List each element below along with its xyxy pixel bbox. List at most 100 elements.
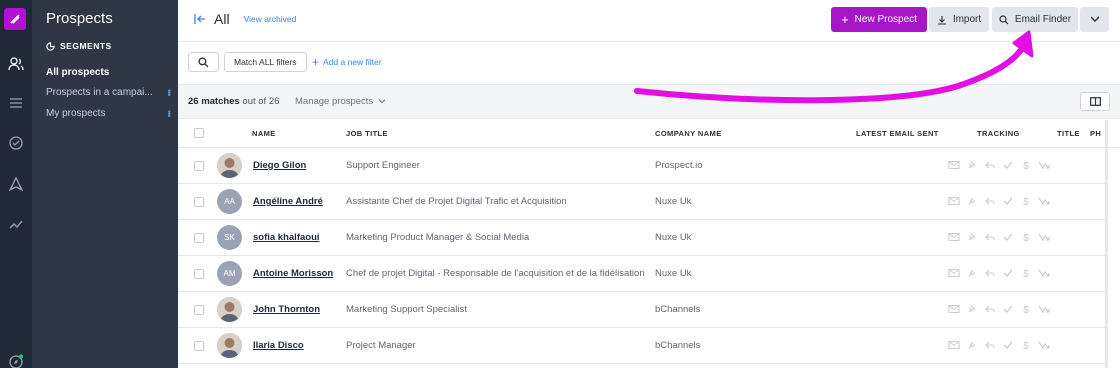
column-header-name[interactable]: NAME (252, 129, 276, 138)
pin-icon (966, 159, 978, 171)
manage-prospects-label: Manage prospects (295, 96, 374, 107)
pie-icon (46, 41, 55, 51)
column-header-latest-email[interactable]: LATEST EMAIL SENT (856, 129, 939, 138)
prospect-name-link[interactable]: John Thornton (253, 304, 320, 315)
sidebar: Prospects SEGMENTS All prospects Prospec… (32, 0, 178, 368)
row-checkbox[interactable] (194, 197, 204, 207)
collapse-left-icon[interactable] (194, 13, 206, 25)
send-icon[interactable] (6, 174, 26, 194)
email-finder-button[interactable]: Email Finder (992, 7, 1078, 32)
more-actions-button[interactable] (1080, 7, 1109, 32)
svg-text:$: $ (1023, 269, 1029, 279)
column-header-title[interactable]: TITLE (1057, 129, 1080, 138)
column-header-phone[interactable]: PH (1090, 129, 1101, 138)
sidebar-item-prospects-in-campaign[interactable]: Prospects in a campai... ••• (46, 87, 174, 98)
trend-icon[interactable] (6, 214, 26, 234)
pin-icon (966, 339, 978, 351)
pin-icon (966, 267, 978, 279)
email-finder-label: Email Finder (1014, 14, 1072, 25)
check-icon (1002, 339, 1014, 351)
new-prospect-button[interactable]: + New Prospect (831, 7, 927, 32)
reply-icon (984, 159, 996, 171)
plus-icon: + (841, 12, 849, 27)
people-icon[interactable] (6, 54, 26, 74)
sidebar-item-all-prospects[interactable]: All prospects (46, 67, 174, 78)
sidebar-item-label: My prospects (46, 108, 106, 119)
envelope-icon (948, 303, 960, 315)
avatar-initials: AM (223, 269, 236, 278)
dollar-icon: $ (1020, 231, 1032, 243)
scrollbar[interactable] (1105, 120, 1108, 368)
add-filter-link[interactable]: + Add a new filter (312, 56, 382, 68)
row-checkbox[interactable] (194, 269, 204, 279)
prospect-name-link[interactable]: sofia khalfaoui (253, 232, 320, 243)
avatar (217, 297, 242, 322)
envelope-icon (948, 231, 960, 243)
table-row[interactable]: Ilaria Disco Project Manager bChannels $ (178, 328, 1106, 364)
sidebar-item-label: All prospects (46, 67, 110, 78)
column-header-job-title[interactable]: JOB TITLE (346, 129, 388, 138)
job-title-cell: Marketing Support Specialist (346, 304, 467, 315)
match-count: 26 matches out of 26 (188, 96, 279, 107)
search-icon (198, 56, 209, 67)
column-header-company[interactable]: COMPANY NAME (655, 129, 722, 138)
logo-icon[interactable] (4, 8, 26, 30)
prospect-name-link[interactable]: Diego Gilon (253, 160, 306, 171)
job-title-cell: Support Engineer (346, 160, 420, 171)
company-cell: Nuxe Uk (655, 232, 692, 243)
tracking-icons: $ (948, 195, 1050, 207)
reply-icon (984, 267, 996, 279)
import-button[interactable]: Import (929, 7, 989, 32)
table-row[interactable]: AM Antoine Morisson Chef de projet Digital… (178, 256, 1106, 292)
table-row[interactable]: SK sofia khalfaoui Marketing Product Manag… (178, 220, 1106, 256)
list-icon[interactable] (6, 93, 26, 113)
company-cell: bChannels (655, 304, 701, 315)
avatar-initials: AA (224, 197, 235, 206)
pin-icon (966, 195, 978, 207)
sidebar-item-label: Prospects in a campai... (46, 87, 153, 98)
view-archived-link[interactable]: View archived (244, 14, 297, 24)
check-icon (1002, 303, 1014, 315)
row-checkbox[interactable] (194, 305, 204, 315)
row-checkbox[interactable] (194, 161, 204, 171)
manage-prospects-dropdown[interactable]: Manage prospects (295, 96, 386, 107)
job-title-cell: Project Manager (346, 340, 416, 351)
envelope-icon (948, 159, 960, 171)
bounce-icon (1038, 339, 1050, 351)
more-icon[interactable]: ••• (164, 110, 174, 116)
envelope-icon (948, 267, 960, 279)
sidebar-item-my-prospects[interactable]: My prospects ••• (46, 108, 174, 119)
column-header-tracking[interactable]: TRACKING (977, 129, 1020, 138)
prospect-name-link[interactable]: Ilaria Disco (253, 340, 304, 351)
prospect-name-link[interactable]: Angéline André (253, 196, 323, 207)
columns-toggle-button[interactable] (1080, 92, 1110, 111)
tracking-icons: $ (948, 303, 1050, 315)
row-checkbox[interactable] (194, 341, 204, 351)
svg-text:$: $ (1023, 161, 1029, 171)
page-title-group: All View archived (194, 11, 296, 27)
prospect-name-link[interactable]: Antoine Morisson (253, 268, 333, 279)
tracking-icons: $ (948, 339, 1050, 351)
plus-icon: + (312, 55, 320, 69)
match-count-total: out of 26 (242, 96, 280, 107)
dollar-icon: $ (1020, 339, 1032, 351)
reply-icon (984, 339, 996, 351)
avatar (217, 153, 242, 178)
table-row[interactable]: Diego Gilon Support Engineer Prospect.io $ (178, 148, 1106, 184)
tracking-icons: $ (948, 231, 1050, 243)
check-circle-icon[interactable] (6, 133, 26, 153)
avatar: AM (217, 261, 242, 286)
bounce-icon (1038, 303, 1050, 315)
table-row[interactable]: John Thornton Marketing Support Specialis… (178, 292, 1106, 328)
select-all-checkbox[interactable] (194, 128, 204, 138)
compass-icon[interactable] (6, 352, 26, 368)
row-checkbox[interactable] (194, 233, 204, 243)
reply-icon (984, 195, 996, 207)
match-all-filters-button[interactable]: Match ALL filters (224, 52, 307, 72)
table-row[interactable]: AA Angéline André Assistante Chef de Proje… (178, 184, 1106, 220)
search-button[interactable] (188, 52, 219, 72)
reply-icon (984, 231, 996, 243)
more-icon[interactable]: ••• (164, 89, 174, 95)
filter-bar: Match ALL filters + Add a new filter (178, 42, 1120, 84)
pin-icon (966, 231, 978, 243)
